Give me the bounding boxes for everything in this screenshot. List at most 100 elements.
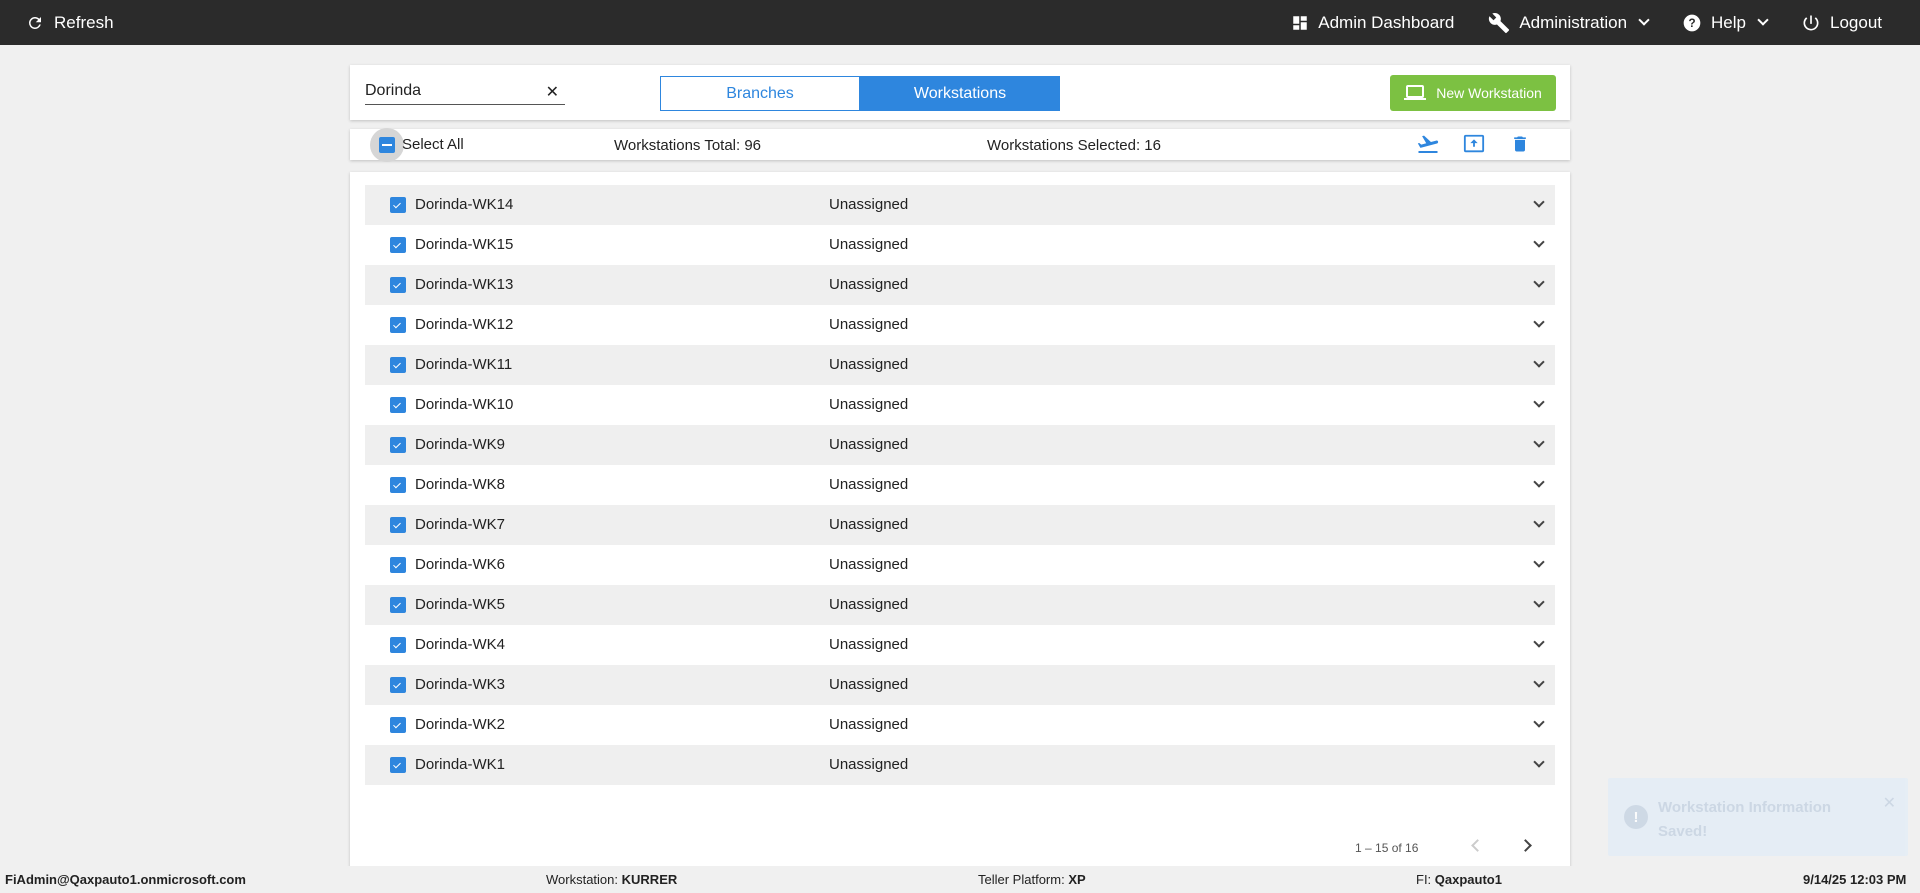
table-row[interactable]: Dorinda-WK14 Unassigned — [365, 185, 1555, 225]
chevron-down-icon[interactable] — [1533, 596, 1545, 608]
row-checkbox[interactable] — [390, 637, 406, 653]
workstation-status: Unassigned — [829, 276, 909, 293]
row-checkbox[interactable] — [390, 557, 406, 573]
workstation-name: Dorinda-WK2 — [415, 716, 506, 733]
workstations-total: Workstations Total: 96 — [614, 137, 762, 154]
workstation-status: Unassigned — [829, 316, 909, 333]
administration-menu[interactable]: Administration — [1488, 12, 1650, 34]
select-all-checkbox[interactable] — [370, 127, 404, 162]
workstation-name: Dorinda-WK14 — [415, 196, 514, 213]
workstation-status: Unassigned — [829, 636, 909, 653]
table-row[interactable]: Dorinda-WK3 Unassigned — [365, 665, 1555, 705]
chevron-down-icon[interactable] — [1533, 636, 1545, 648]
chevron-down-icon — [1757, 14, 1769, 26]
chevron-down-icon[interactable] — [1533, 716, 1545, 728]
workstation-status: Unassigned — [829, 556, 909, 573]
logout-label: Logout — [1830, 12, 1882, 32]
workstation-status: Unassigned — [829, 676, 909, 693]
table-row[interactable]: Dorinda-WK6 Unassigned — [365, 545, 1555, 585]
upload-button[interactable] — [1462, 132, 1486, 156]
row-checkbox[interactable] — [390, 717, 406, 733]
chevron-down-icon[interactable] — [1533, 236, 1545, 248]
chevron-down-icon[interactable] — [1533, 196, 1545, 208]
chevron-down-icon[interactable] — [1533, 356, 1545, 368]
footer-user: FiAdmin@Qaxpauto1.onmicrosoft.com — [5, 872, 246, 887]
close-icon[interactable]: ✕ — [1883, 793, 1896, 813]
workstation-status: Unassigned — [829, 436, 909, 453]
footer-datetime: 9/14/25 12:03 PM — [1803, 872, 1907, 887]
new-workstation-label: New Workstation — [1436, 85, 1542, 101]
table-row[interactable]: Dorinda-WK12 Unassigned — [365, 305, 1555, 345]
move-branch-button[interactable] — [1416, 132, 1440, 156]
table-row[interactable]: Dorinda-WK1 Unassigned — [365, 745, 1555, 785]
chevron-down-icon[interactable] — [1533, 316, 1545, 328]
workstation-status: Unassigned — [829, 756, 909, 773]
administration-label: Administration — [1519, 12, 1628, 32]
prev-page-button[interactable] — [1470, 838, 1484, 852]
row-checkbox[interactable] — [390, 517, 406, 533]
row-checkbox[interactable] — [390, 397, 406, 413]
row-checkbox[interactable] — [390, 277, 406, 293]
workstation-name: Dorinda-WK12 — [415, 316, 514, 333]
admin-dashboard-link[interactable]: Admin Dashboard — [1291, 13, 1454, 33]
table-row[interactable]: Dorinda-WK15 Unassigned — [365, 225, 1555, 265]
help-menu[interactable]: ? Help — [1682, 12, 1769, 33]
page-range: 1 – 15 of 16 — [1355, 841, 1419, 855]
view-toggle: Branches Workstations — [660, 76, 1060, 111]
workstation-status: Unassigned — [829, 356, 909, 373]
table-row[interactable]: Dorinda-WK2 Unassigned — [365, 705, 1555, 745]
svg-text:?: ? — [1688, 17, 1695, 30]
delete-button[interactable] — [1508, 132, 1532, 156]
workstation-name: Dorinda-WK1 — [415, 756, 506, 773]
row-checkbox[interactable] — [390, 757, 406, 773]
chevron-down-icon[interactable] — [1533, 476, 1545, 488]
row-checkbox[interactable] — [390, 357, 406, 373]
next-page-button[interactable] — [1520, 838, 1534, 852]
chevron-down-icon[interactable] — [1533, 556, 1545, 568]
chevron-down-icon[interactable] — [1533, 396, 1545, 408]
chevron-down-icon[interactable] — [1533, 756, 1545, 768]
table-row[interactable]: Dorinda-WK4 Unassigned — [365, 625, 1555, 665]
table-row[interactable]: Dorinda-WK11 Unassigned — [365, 345, 1555, 385]
new-workstation-button[interactable]: New Workstation — [1390, 75, 1556, 111]
workstation-name: Dorinda-WK3 — [415, 676, 506, 693]
tab-workstations[interactable]: Workstations — [860, 76, 1060, 111]
workstation-name: Dorinda-WK8 — [415, 476, 506, 493]
table-row[interactable]: Dorinda-WK10 Unassigned — [365, 385, 1555, 425]
clear-search-icon[interactable]: ✕ — [546, 82, 559, 102]
chevron-down-icon[interactable] — [1533, 276, 1545, 288]
search-input[interactable] — [365, 79, 535, 103]
help-label: Help — [1711, 12, 1746, 32]
row-checkbox[interactable] — [390, 317, 406, 333]
indeterminate-checkbox-icon — [379, 136, 395, 153]
select-all-control[interactable]: Select All — [370, 127, 464, 162]
row-checkbox[interactable] — [390, 437, 406, 453]
workstation-list-card: Dorinda-WK14 Unassigned Dorinda-WK15 Unass… — [350, 172, 1570, 872]
workstation-status: Unassigned — [829, 596, 909, 613]
filter-card: ✕ Branches Workstations New Workstation — [350, 65, 1570, 120]
logout-button[interactable]: Logout — [1801, 13, 1882, 33]
toast-message: Workstation Information Saved! — [1658, 799, 1832, 840]
row-checkbox[interactable] — [390, 237, 406, 253]
refresh-icon — [28, 16, 41, 29]
table-row[interactable]: Dorinda-WK8 Unassigned — [365, 465, 1555, 505]
trash-icon — [1514, 136, 1526, 152]
row-checkbox[interactable] — [390, 477, 406, 493]
tab-branches[interactable]: Branches — [660, 76, 860, 111]
chevron-down-icon[interactable] — [1533, 516, 1545, 528]
table-row[interactable]: Dorinda-WK9 Unassigned — [365, 425, 1555, 465]
workstation-status: Unassigned — [829, 516, 909, 533]
row-checkbox[interactable] — [390, 597, 406, 613]
chevron-down-icon[interactable] — [1533, 436, 1545, 448]
table-row[interactable]: Dorinda-WK7 Unassigned — [365, 505, 1555, 545]
refresh-button[interactable]: Refresh — [26, 0, 114, 45]
upload-icon — [1463, 134, 1485, 153]
chevron-down-icon — [1638, 14, 1650, 26]
chevron-down-icon[interactable] — [1533, 676, 1545, 688]
selection-action-bar: Select All Workstations Total: 96 Workst… — [350, 127, 1570, 162]
workstation-name: Dorinda-WK15 — [415, 236, 514, 253]
row-checkbox[interactable] — [390, 197, 406, 213]
table-row[interactable]: Dorinda-WK5 Unassigned — [365, 585, 1555, 625]
row-checkbox[interactable] — [390, 677, 406, 693]
table-row[interactable]: Dorinda-WK13 Unassigned — [365, 265, 1555, 305]
